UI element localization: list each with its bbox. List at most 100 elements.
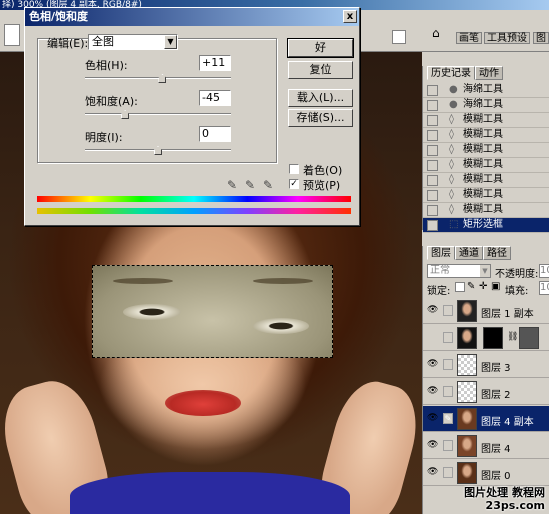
history-item[interactable]: ◊ 模糊工具 (423, 143, 549, 158)
history-item[interactable]: ◊ 模糊工具 (423, 113, 549, 128)
eye-icon[interactable]: 👁 (427, 386, 438, 397)
save-button[interactable]: 存储(S)... (288, 109, 353, 127)
layer-row[interactable]: 👁 图层 0 (423, 460, 549, 486)
saturation-slider-track[interactable] (85, 113, 231, 115)
history-snapshot-box[interactable] (427, 220, 438, 231)
opacity-input[interactable]: 10 (539, 264, 549, 278)
history-item-label: 海绵工具 (463, 99, 503, 110)
close-button[interactable]: x (343, 10, 357, 23)
tab-actions[interactable]: 动作 (475, 66, 503, 80)
tab-paths[interactable]: 路径 (483, 246, 511, 260)
eye-icon[interactable]: 👁 (427, 305, 438, 316)
history-item[interactable]: ◊ 模糊工具 (423, 158, 549, 173)
edit-range-select[interactable]: 全图 ▼ (88, 34, 178, 50)
layer-name: 图层 0 (481, 471, 511, 482)
layer-link-box[interactable] (443, 332, 453, 343)
history-snapshot-box[interactable] (427, 175, 438, 186)
eyedropper-minus-icon[interactable]: ✎ (263, 178, 275, 192)
history-list: ● 海绵工具 ● 海绵工具 ◊ 模糊工具 ◊ 模糊工具 ◊ 模糊工具 ◊ 模糊工具 ◊ 模糊工具 ◊ 模糊工具… (423, 83, 549, 233)
history-snapshot-box[interactable] (427, 160, 438, 171)
layer-row[interactable]: 👁 图层 2 (423, 379, 549, 405)
layer-link-box[interactable] (443, 359, 453, 370)
reset-button[interactable]: 复位 (288, 61, 353, 79)
layer-row[interactable]: ⛓ (423, 325, 549, 351)
tool-preset-box[interactable] (4, 24, 20, 46)
history-item[interactable]: ⬚ 矩形选框 (423, 218, 549, 233)
photo-lips (165, 390, 241, 416)
blur-drop-icon: ◊ (449, 114, 454, 125)
eye-icon[interactable]: 👁 (427, 467, 438, 478)
chain-link-icon[interactable]: ⛓ (507, 332, 518, 342)
fill-input[interactable]: 10 (539, 281, 549, 295)
tab-history[interactable]: 历史记录 (427, 66, 475, 80)
eyedropper-icon[interactable]: ✎ (227, 178, 239, 192)
dock-tab-presets[interactable]: 工具预设 (484, 32, 530, 44)
photo-brow-right (253, 278, 313, 284)
layer-link-box[interactable] (443, 440, 453, 451)
saturation-input[interactable]: -45 (199, 90, 231, 106)
history-tabbar: 历史记录 动作 (423, 66, 549, 80)
dock-tab-more[interactable]: 图 (533, 32, 549, 44)
history-item[interactable]: ◊ 模糊工具 (423, 128, 549, 143)
watermark-line1: 图片处理 教程网 (464, 486, 545, 499)
dialog-title-bar: 色相/饱和度 x (25, 8, 359, 26)
lock-paint-icon[interactable]: ✎ (467, 281, 475, 292)
dialog-title: 色相/饱和度 (29, 10, 89, 23)
blur-drop-icon: ◊ (449, 144, 454, 155)
eye-icon[interactable] (427, 332, 438, 343)
load-button[interactable]: 载入(L)... (288, 89, 353, 107)
tab-layers[interactable]: 图层 (427, 246, 455, 260)
hue-input[interactable]: +11 (199, 55, 231, 71)
ok-button[interactable]: 好 (287, 38, 354, 58)
eye-icon[interactable]: 👁 (427, 440, 438, 451)
hue-slider-track[interactable] (85, 77, 231, 79)
layer-link-box[interactable] (443, 386, 453, 397)
lightness-input[interactable]: 0 (199, 126, 231, 142)
lock-icon[interactable]: ⌂ (432, 26, 446, 40)
history-snapshot-box[interactable] (427, 85, 438, 96)
blend-mode-select[interactable]: 正常 ▼ (427, 264, 491, 278)
layer-row[interactable]: 👁 图层 3 (423, 352, 549, 378)
lock-transparency-checkbox[interactable] (455, 282, 465, 292)
history-snapshot-box[interactable] (427, 205, 438, 216)
layer-row[interactable]: 👁 图层 4 (423, 433, 549, 459)
layer-row[interactable]: 👁 图层 1 副本 (423, 298, 549, 324)
layer-name: 图层 2 (481, 390, 511, 401)
marquee-icon: ⬚ (449, 219, 459, 230)
eye-icon[interactable]: 👁 (427, 359, 438, 370)
history-item[interactable]: ◊ 模糊工具 (423, 188, 549, 203)
blur-drop-icon: ◊ (449, 204, 454, 215)
history-item-label: 海绵工具 (463, 84, 503, 95)
tab-channels[interactable]: 通道 (455, 246, 483, 260)
eye-icon[interactable]: 👁 (427, 413, 438, 424)
dock-tab-brush[interactable]: 画笔 (456, 32, 482, 44)
lock-all-icon[interactable]: ▣ (491, 281, 500, 292)
chevron-down-icon[interactable]: ▼ (164, 35, 177, 49)
history-snapshot-box[interactable] (427, 130, 438, 141)
photo-sleeve (70, 472, 350, 514)
history-snapshot-box[interactable] (427, 115, 438, 126)
layer-mask-thumbnail[interactable] (483, 327, 503, 349)
colorize-checkbox[interactable] (289, 164, 299, 174)
preview-checkbox[interactable]: ✓ (289, 179, 299, 189)
layer-mask-thumbnail[interactable] (519, 327, 539, 349)
layer-link-box[interactable] (443, 467, 453, 478)
marquee-selection[interactable] (92, 265, 333, 358)
eyedropper-plus-icon[interactable]: ✎ (245, 178, 257, 192)
layer-row[interactable]: 👁 ✎ 图层 4 副本 (423, 406, 549, 432)
history-snapshot-box[interactable] (427, 145, 438, 156)
history-item[interactable]: ● 海绵工具 (423, 83, 549, 98)
option-checkbox[interactable] (392, 30, 406, 44)
history-item[interactable]: ◊ 模糊工具 (423, 173, 549, 188)
layer-link-box[interactable]: ✎ (443, 413, 453, 424)
history-snapshot-box[interactable] (427, 190, 438, 201)
lock-move-icon[interactable]: ✛ (479, 281, 487, 292)
layer-name: 图层 3 (481, 363, 511, 374)
layer-link-box[interactable] (443, 305, 453, 316)
history-item-label: 模糊工具 (463, 159, 503, 170)
history-snapshot-box[interactable] (427, 100, 438, 111)
layer-thumbnail (457, 462, 477, 484)
chevron-down-icon[interactable]: ▼ (480, 265, 490, 277)
history-item[interactable]: ◊ 模糊工具 (423, 203, 549, 218)
history-item[interactable]: ● 海绵工具 (423, 98, 549, 113)
